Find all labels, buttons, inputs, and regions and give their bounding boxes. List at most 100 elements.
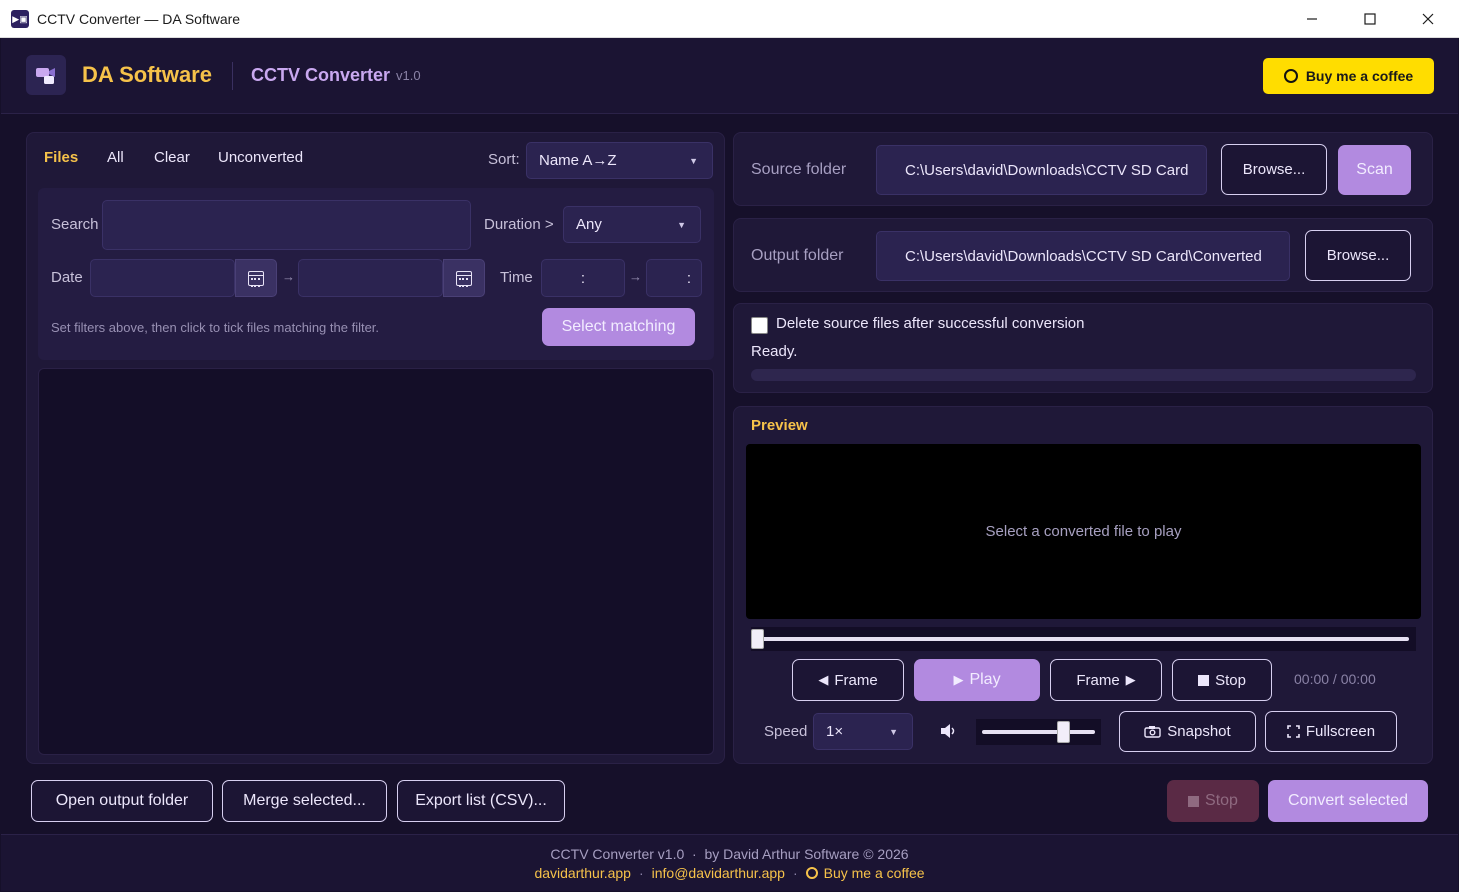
prev-frame-label: Frame xyxy=(834,671,878,689)
app-icon: ▶▣ xyxy=(11,10,29,28)
sort-select[interactable]: Name A→Z ▼ xyxy=(526,142,713,179)
date-from-picker[interactable] xyxy=(235,259,277,297)
footer: CCTV Converter v1.0 · by David Arthur So… xyxy=(1,834,1458,891)
close-button[interactable] xyxy=(1399,0,1457,38)
seek-thumb[interactable] xyxy=(751,629,764,649)
date-label: Date xyxy=(51,269,83,286)
source-folder-label: Source folder xyxy=(751,161,847,178)
duration-select[interactable]: Any ▼ xyxy=(563,206,701,243)
volume-icon[interactable] xyxy=(940,723,958,739)
email-link[interactable]: info@davidarthur.app xyxy=(652,865,785,881)
date-arrow: → xyxy=(282,269,295,284)
title-bar: ▶▣ CCTV Converter — DA Software xyxy=(0,0,1459,38)
play-label: Play xyxy=(969,671,1001,688)
coffee-icon xyxy=(1283,69,1298,83)
progress-bar xyxy=(751,369,1416,381)
minimize-button[interactable] xyxy=(1283,0,1341,38)
file-list[interactable] xyxy=(38,368,714,755)
buy-coffee-button[interactable]: Buy me a coffee xyxy=(1263,58,1434,94)
preview-title: Preview xyxy=(751,417,808,434)
chevron-down-icon: ▼ xyxy=(889,726,898,737)
sort-value: Name A→Z xyxy=(539,152,617,169)
stop-icon xyxy=(1198,674,1210,686)
prev-frame-button[interactable]: ◀ Frame xyxy=(792,659,904,701)
date-to-input[interactable] xyxy=(298,259,443,297)
footer-links: davidarthur.app · info@davidarthur.app ·… xyxy=(1,865,1458,881)
snapshot-label: Snapshot xyxy=(1167,723,1231,740)
speed-select[interactable]: 1× ▼ xyxy=(813,713,913,750)
chevron-down-icon: ▼ xyxy=(677,219,686,230)
maximize-icon xyxy=(1364,13,1376,25)
brand-name: DA Software xyxy=(82,62,212,87)
close-icon xyxy=(1422,13,1434,25)
maximize-button[interactable] xyxy=(1341,0,1399,38)
stop-preview-button[interactable]: Stop xyxy=(1172,659,1272,701)
website-link[interactable]: davidarthur.app xyxy=(534,865,631,881)
video-placeholder: Select a converted file to play xyxy=(985,523,1182,540)
play-button[interactable]: ▶ Play xyxy=(914,659,1040,701)
stop-conversion-label: Stop xyxy=(1205,792,1238,809)
open-output-folder-button[interactable]: Open output folder xyxy=(31,780,213,822)
footer-coffee-label: Buy me a coffee xyxy=(823,865,925,881)
app-name: CCTV Converter xyxy=(251,65,391,85)
time-readout: 00:00 / 00:00 xyxy=(1294,671,1376,687)
fullscreen-button[interactable]: Fullscreen xyxy=(1265,711,1397,752)
speed-value: 1× xyxy=(826,723,844,740)
output-folder-input[interactable]: C:\Users\david\Downloads\CCTV SD Card\Co… xyxy=(876,231,1290,281)
play-icon: ▶ xyxy=(953,672,964,687)
next-frame-label: Frame xyxy=(1076,671,1120,689)
fullscreen-icon xyxy=(1287,725,1300,738)
time-from-input[interactable]: : xyxy=(541,259,625,297)
source-folder-input[interactable]: C:\Users\david\Downloads\CCTV SD Card xyxy=(876,145,1207,195)
date-to-picker[interactable] xyxy=(443,259,485,297)
stop-preview-label: Stop xyxy=(1215,671,1246,689)
next-frame-button[interactable]: Frame ▶ xyxy=(1050,659,1162,701)
app-header: DA Software CCTV Converter v1.0 Buy me a… xyxy=(1,38,1458,114)
tab-clear[interactable]: Clear xyxy=(154,149,190,166)
select-matching-button[interactable]: Select matching xyxy=(542,308,695,346)
buy-coffee-label: Buy me a coffee xyxy=(1305,68,1414,84)
tab-all[interactable]: All xyxy=(107,149,124,166)
minimize-icon xyxy=(1307,18,1317,20)
search-input[interactable] xyxy=(102,200,471,250)
triangle-right-icon: ▶ xyxy=(1125,672,1136,687)
fullscreen-label: Fullscreen xyxy=(1305,723,1376,740)
convert-selected-button[interactable]: Convert selected xyxy=(1268,780,1428,822)
tab-unconverted[interactable]: Unconverted xyxy=(218,149,303,166)
output-browse-button[interactable]: Browse... xyxy=(1305,230,1411,281)
time-to-input[interactable]: : xyxy=(646,259,702,297)
footer-separator: · xyxy=(638,865,644,881)
status-text: Ready. xyxy=(751,343,798,360)
duration-label: Duration > xyxy=(484,216,554,233)
search-label: Search xyxy=(51,216,99,233)
footer-separator: · xyxy=(792,865,798,881)
duration-value: Any xyxy=(576,216,602,233)
video-area[interactable]: Select a converted file to play xyxy=(746,444,1421,619)
sort-label: Sort: xyxy=(488,151,520,168)
volume-slider[interactable] xyxy=(976,719,1101,745)
delete-source-label: Delete source files after successful con… xyxy=(776,315,1085,332)
merge-selected-button[interactable]: Merge selected... xyxy=(222,780,387,822)
stop-icon xyxy=(1188,795,1200,807)
volume-thumb[interactable] xyxy=(1057,721,1070,743)
delete-source-checkbox[interactable] xyxy=(751,317,768,334)
output-folder-label: Output folder xyxy=(751,247,844,264)
footer-credits: CCTV Converter v1.0 · by David Arthur So… xyxy=(550,846,909,862)
date-from-input[interactable] xyxy=(90,259,235,297)
seek-bar[interactable] xyxy=(751,627,1416,651)
header-divider xyxy=(232,62,233,90)
files-panel: Files All Clear Unconverted Sort: Name A… xyxy=(26,132,725,764)
scan-button[interactable]: Scan xyxy=(1338,145,1411,195)
footer-coffee-link[interactable]: Buy me a coffee xyxy=(805,865,925,881)
speed-label: Speed xyxy=(764,723,808,740)
seek-track xyxy=(755,637,1409,641)
triangle-left-icon: ◀ xyxy=(818,672,829,687)
output-folder-panel: Output folder C:\Users\david\Downloads\C… xyxy=(733,218,1433,292)
app-version: v1.0 xyxy=(396,68,421,83)
calendar-icon xyxy=(456,270,472,287)
tab-files[interactable]: Files xyxy=(44,149,78,166)
snapshot-button[interactable]: Snapshot xyxy=(1119,711,1256,752)
stop-conversion-button[interactable]: Stop xyxy=(1167,780,1259,822)
source-browse-button[interactable]: Browse... xyxy=(1221,144,1327,195)
export-list-button[interactable]: Export list (CSV)... xyxy=(397,780,565,822)
